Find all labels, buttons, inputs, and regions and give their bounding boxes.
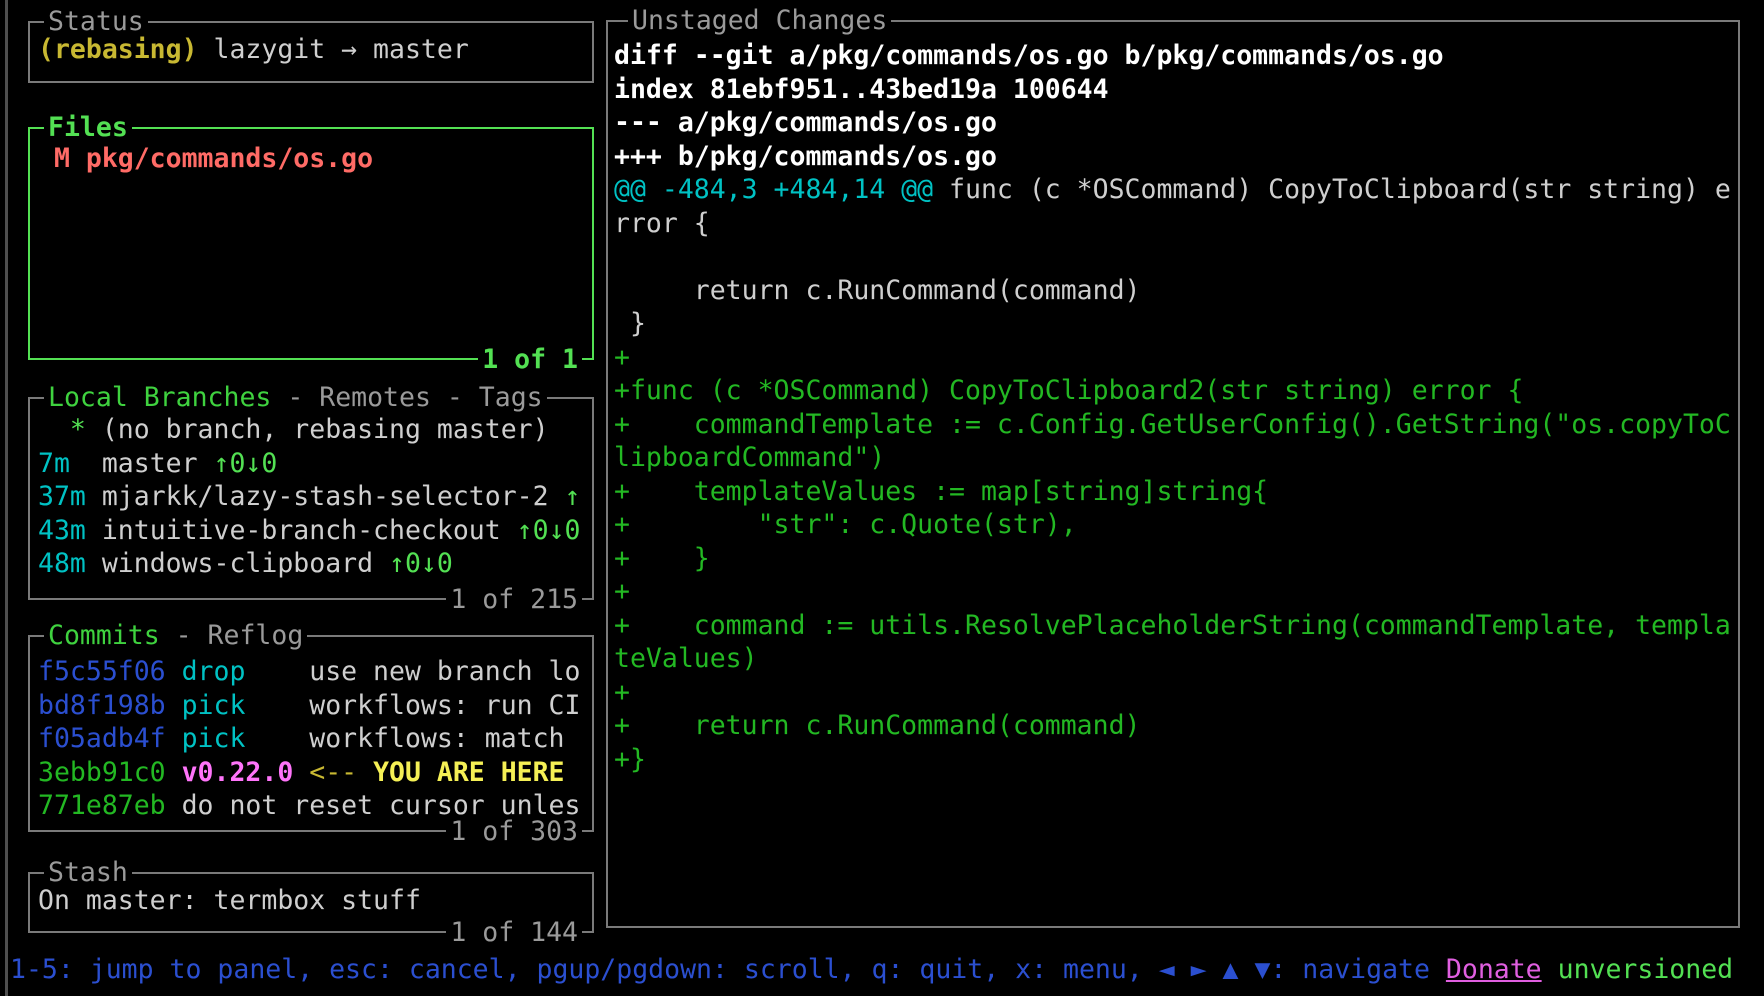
commits-count-label: 1 of 303: [446, 816, 582, 847]
diff-line[interactable]: + }: [614, 542, 1734, 576]
status-panel[interactable]: Status (rebasing) lazygit → master: [28, 21, 594, 83]
diff-line[interactable]: --- a/pkg/commands/os.go: [614, 106, 1734, 140]
diff-line[interactable]: +: [614, 676, 1734, 710]
status-panel-content: (rebasing) lazygit → master: [30, 23, 592, 81]
window-edge: [5, 0, 8, 996]
branch-entry[interactable]: 7m master ↑0↓0: [38, 447, 588, 481]
status-bar: 1-5: jump to panel, esc: cancel, pgup/pg…: [10, 953, 1760, 987]
commit-entry[interactable]: f05adb4f pick workflows: match: [38, 722, 588, 756]
unstaged-changes-panel[interactable]: Unstaged Changes diff --git a/pkg/comman…: [606, 20, 1740, 928]
commits-panel[interactable]: Commits - Reflog f5c55f06 drop use new b…: [28, 635, 594, 832]
diff-line[interactable]: + "str": c.Quote(str),: [614, 508, 1734, 542]
branches-panel-content: * (no branch, rebasing master)7m master …: [30, 399, 592, 598]
diff-line[interactable]: + templateValues := map[string]string{: [614, 475, 1734, 509]
branch-entry[interactable]: 43m intuitive-branch-checkout ↑0↓0: [38, 514, 588, 548]
spacer: [1542, 954, 1558, 985]
diff-line[interactable]: + commandTemplate := c.Config.GetUserCon…: [614, 408, 1734, 442]
donate-link[interactable]: Donate: [1446, 954, 1542, 985]
commit-entry[interactable]: 3ebb91c0 v0.22.0 <-- YOU ARE HERE: [38, 756, 588, 790]
branch-entry[interactable]: 37m mjarkk/lazy-stash-selector-2 ↑: [38, 480, 588, 514]
diff-line[interactable]: }: [614, 307, 1734, 341]
diff-line[interactable]: +: [614, 575, 1734, 609]
commits-panel-content: f5c55f06 drop use new branch lobd8f198b …: [30, 637, 592, 830]
commit-entry[interactable]: bd8f198b pick workflows: run CI: [38, 689, 588, 723]
status-line[interactable]: (rebasing) lazygit → master: [38, 33, 588, 67]
branch-entry[interactable]: * (no branch, rebasing master): [38, 413, 588, 447]
diff-line[interactable]: + command := utils.ResolvePlaceholderStr…: [614, 609, 1734, 643]
diff-line[interactable]: +: [614, 341, 1734, 375]
commit-entry[interactable]: f5c55f06 drop use new branch lo: [38, 655, 588, 689]
stash-panel[interactable]: Stash On master: termbox stuff 1 of 144: [28, 872, 594, 933]
stash-entry[interactable]: On master: termbox stuff: [38, 884, 588, 918]
diff-line[interactable]: +func (c *OSCommand) CopyToClipboard2(st…: [614, 374, 1734, 408]
diff-line[interactable]: teValues): [614, 642, 1734, 676]
diff-line[interactable]: rror {: [614, 207, 1734, 241]
branches-panel[interactable]: Local Branches - Remotes - Tags * (no br…: [28, 397, 594, 600]
diff-line: [614, 240, 1734, 274]
file-entry[interactable]: M pkg/commands/os.go: [38, 142, 588, 176]
version-label: unversioned: [1558, 954, 1734, 985]
files-panel-content: M pkg/commands/os.go: [30, 129, 592, 358]
branch-entry[interactable]: 48m windows-clipboard ↑0↓0: [38, 547, 588, 581]
diff-line[interactable]: return c.RunCommand(command): [614, 274, 1734, 308]
diff-line[interactable]: lipboardCommand"): [614, 441, 1734, 475]
branches-count-label: 1 of 215: [446, 584, 582, 615]
lazygit-app: Status (rebasing) lazygit → master Files…: [0, 0, 1764, 996]
files-panel[interactable]: Files M pkg/commands/os.go 1 of 1: [28, 127, 594, 360]
diff-line[interactable]: +}: [614, 743, 1734, 777]
diff-line[interactable]: @@ -484,3 +484,14 @@ func (c *OSCommand)…: [614, 173, 1734, 207]
keybindings-hint: 1-5: jump to panel, esc: cancel, pgup/pg…: [10, 954, 1446, 985]
stash-count-label: 1 of 144: [446, 917, 582, 948]
files-count-label: 1 of 1: [478, 344, 582, 375]
diff-line[interactable]: +++ b/pkg/commands/os.go: [614, 140, 1734, 174]
diff-line[interactable]: diff --git a/pkg/commands/os.go b/pkg/co…: [614, 39, 1734, 73]
diff-view[interactable]: diff --git a/pkg/commands/os.go b/pkg/co…: [608, 22, 1738, 926]
diff-line[interactable]: index 81ebf951..43bed19a 100644: [614, 73, 1734, 107]
diff-line[interactable]: + return c.RunCommand(command): [614, 709, 1734, 743]
